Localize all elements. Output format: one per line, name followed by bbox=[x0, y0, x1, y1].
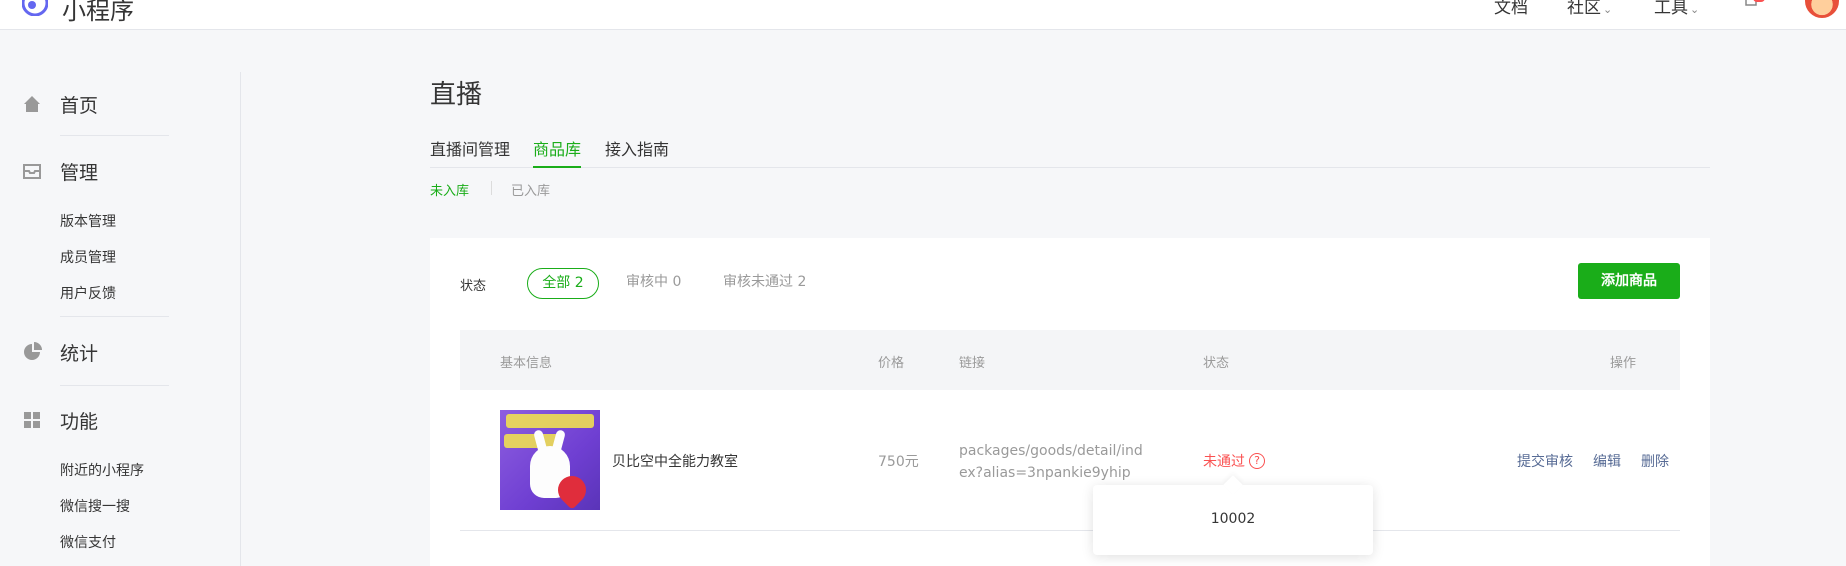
status-badge: 未通过 ? bbox=[1203, 451, 1265, 471]
column-header: 状态 bbox=[1203, 356, 1230, 371]
sidebar-item-label: 管理 bbox=[60, 161, 99, 184]
home-icon bbox=[24, 96, 40, 112]
tab-live-room[interactable]: 直播间管理 bbox=[430, 136, 510, 168]
pie-chart-icon bbox=[24, 342, 42, 360]
status-text: 未通过 bbox=[1203, 454, 1245, 470]
filter-all[interactable]: 全部 2 bbox=[527, 268, 599, 299]
goods-price: 750元 bbox=[878, 454, 919, 470]
column-header: 链接 bbox=[959, 356, 986, 371]
divider bbox=[60, 135, 169, 136]
column-header: 操作 bbox=[1610, 356, 1637, 371]
sidebar: 首页 管理 版本管理 成员管理 用户反馈 统计 功能 附近的小程序 微信搜一搜 … bbox=[0, 72, 241, 566]
tab-goods-library[interactable]: 商品库 bbox=[533, 136, 582, 168]
error-tooltip: 10002 bbox=[1093, 485, 1373, 555]
sidebar-item-label: 首页 bbox=[60, 94, 99, 117]
filter-reviewing[interactable]: 审核中 0 bbox=[626, 268, 681, 299]
table-row: 贝比空中全能力教室 750元 packages/goods/detail/ind… bbox=[460, 390, 1680, 531]
subtab-not-stored[interactable]: 未入库 bbox=[430, 180, 469, 199]
sidebar-item-home[interactable]: 首页 bbox=[22, 92, 99, 117]
sidebar-item-stats[interactable]: 统计 bbox=[22, 340, 99, 365]
question-icon[interactable]: ? bbox=[1249, 453, 1265, 469]
sidebar-item-feedback[interactable]: 用户反馈 bbox=[60, 283, 116, 303]
inbox-icon bbox=[23, 164, 41, 179]
goods-thumbnail bbox=[500, 410, 600, 510]
goods-link: packages/goods/detail/index?alias=3npank… bbox=[959, 443, 1143, 481]
sidebar-item-version[interactable]: 版本管理 bbox=[60, 211, 116, 231]
community-link[interactable]: 社区 ⌄ bbox=[1567, 0, 1612, 18]
goods-name: 贝比空中全能力教室 bbox=[612, 454, 738, 470]
page-title: 直播 bbox=[430, 80, 483, 110]
table-header: 基本信息 价格 链接 状态 操作 bbox=[460, 330, 1680, 390]
sidebar-item-nearby[interactable]: 附近的小程序 bbox=[60, 460, 144, 480]
goods-card: 状态 全部 2 审核中 0 审核未通过 2 添加商品 基本信息 价格 链接 状态… bbox=[430, 238, 1710, 566]
top-header: 小程序 文档 社区 ⌄ 工具 ⌄ bbox=[0, 0, 1846, 30]
sidebar-item-members[interactable]: 成员管理 bbox=[60, 247, 116, 267]
chevron-down-icon: ⌄ bbox=[1603, 3, 1613, 16]
divider bbox=[60, 385, 169, 386]
tab-guide[interactable]: 接入指南 bbox=[605, 136, 669, 168]
status-filter-label: 状态 bbox=[460, 279, 487, 294]
subtab-stored[interactable]: 已入库 bbox=[511, 180, 550, 199]
brand-title[interactable]: 小程序 bbox=[62, 0, 134, 26]
column-header: 基本信息 bbox=[500, 356, 553, 371]
sidebar-item-label: 功能 bbox=[60, 410, 99, 433]
sidebar-item-label: 统计 bbox=[60, 342, 99, 365]
column-header: 价格 bbox=[878, 356, 905, 371]
sidebar-item-search[interactable]: 微信搜一搜 bbox=[60, 496, 130, 516]
tab-bar: 直播间管理 商品库 接入指南 bbox=[430, 136, 1710, 168]
add-goods-button[interactable]: 添加商品 bbox=[1578, 263, 1680, 299]
delete-button[interactable]: 删除 bbox=[1641, 451, 1669, 471]
sidebar-item-features[interactable]: 功能 bbox=[22, 408, 99, 433]
miniprogram-logo-icon[interactable] bbox=[22, 0, 48, 16]
edit-button[interactable]: 编辑 bbox=[1593, 451, 1621, 471]
grid-icon bbox=[24, 412, 40, 428]
sidebar-item-manage[interactable]: 管理 bbox=[22, 159, 99, 184]
divider bbox=[491, 181, 492, 195]
avatar[interactable] bbox=[1805, 0, 1839, 18]
tooltip-text: 10002 bbox=[1210, 511, 1256, 527]
notification-badge bbox=[1753, 0, 1765, 2]
sidebar-item-pay[interactable]: 微信支付 bbox=[60, 532, 116, 552]
chevron-down-icon: ⌄ bbox=[1690, 3, 1700, 16]
tools-link[interactable]: 工具 ⌄ bbox=[1654, 0, 1699, 18]
submit-review-button[interactable]: 提交审核 bbox=[1517, 451, 1573, 471]
divider bbox=[60, 316, 169, 317]
docs-link[interactable]: 文档 bbox=[1494, 0, 1528, 18]
filter-rejected[interactable]: 审核未通过 2 bbox=[723, 268, 806, 299]
